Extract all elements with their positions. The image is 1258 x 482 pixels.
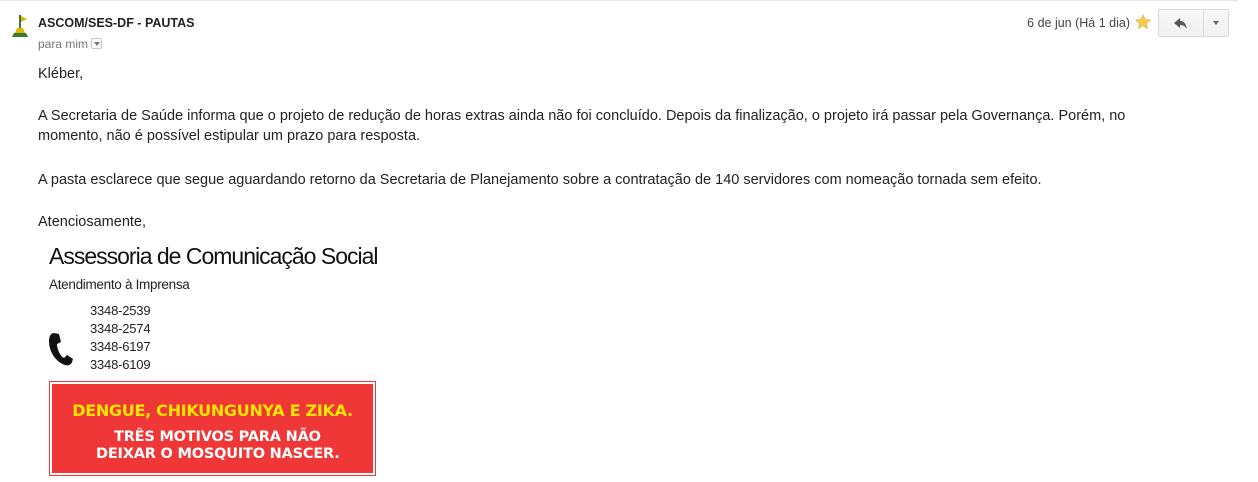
more-actions-button[interactable] bbox=[1204, 9, 1229, 37]
recipient-label: para mim bbox=[38, 37, 89, 51]
banner-line-3: DEIXAR O MOSQUITO NASCER. bbox=[96, 446, 340, 462]
greeting: Kléber, bbox=[38, 66, 84, 82]
recipient-line: para mim bbox=[38, 37, 103, 51]
signature-title: Assessoria de Comunicação Social bbox=[49, 243, 379, 269]
header-divider bbox=[0, 0, 1238, 1]
reply-icon bbox=[1174, 17, 1187, 29]
df-flag-icon bbox=[12, 15, 28, 37]
closing: Atenciosamente, bbox=[38, 214, 147, 230]
phone-number: 3348-6109 bbox=[90, 357, 151, 372]
phone-list: 3348-2539 3348-2574 3348-6197 3348-6109 bbox=[90, 302, 151, 374]
message-actions bbox=[1158, 9, 1229, 37]
phone-number: 3348-6197 bbox=[90, 339, 151, 354]
dengue-campaign-banner: DENGUE, CHIKUNGUNYA E ZIKA. TRÊS MOTIVOS… bbox=[49, 381, 376, 476]
phone-icon bbox=[49, 333, 73, 366]
phone-number: 3348-2539 bbox=[90, 303, 151, 318]
banner-line-2: TRÊS MOTIVOS PARA NÃO bbox=[114, 429, 321, 445]
reply-button[interactable] bbox=[1158, 9, 1204, 37]
signature-subtitle: Atendimento à Imprensa bbox=[49, 277, 190, 292]
body-paragraph-2: A pasta esclarece que segue aguardando r… bbox=[38, 172, 1042, 188]
phone-number: 3348-2574 bbox=[90, 321, 151, 336]
sender-name[interactable]: ASCOM/SES-DF - PAUTAS bbox=[38, 16, 194, 30]
body-paragraph-1: A Secretaria de Saúde informa que o proj… bbox=[38, 108, 1126, 144]
chevron-down-icon bbox=[1213, 21, 1219, 25]
banner-headline: DENGUE, CHIKUNGUNYA E ZIKA. bbox=[72, 401, 353, 420]
star-icon[interactable] bbox=[1135, 14, 1151, 30]
message-date[interactable]: 6 de jun (Há 1 dia) bbox=[1027, 16, 1130, 30]
recipient-details-dropdown[interactable] bbox=[91, 38, 103, 49]
